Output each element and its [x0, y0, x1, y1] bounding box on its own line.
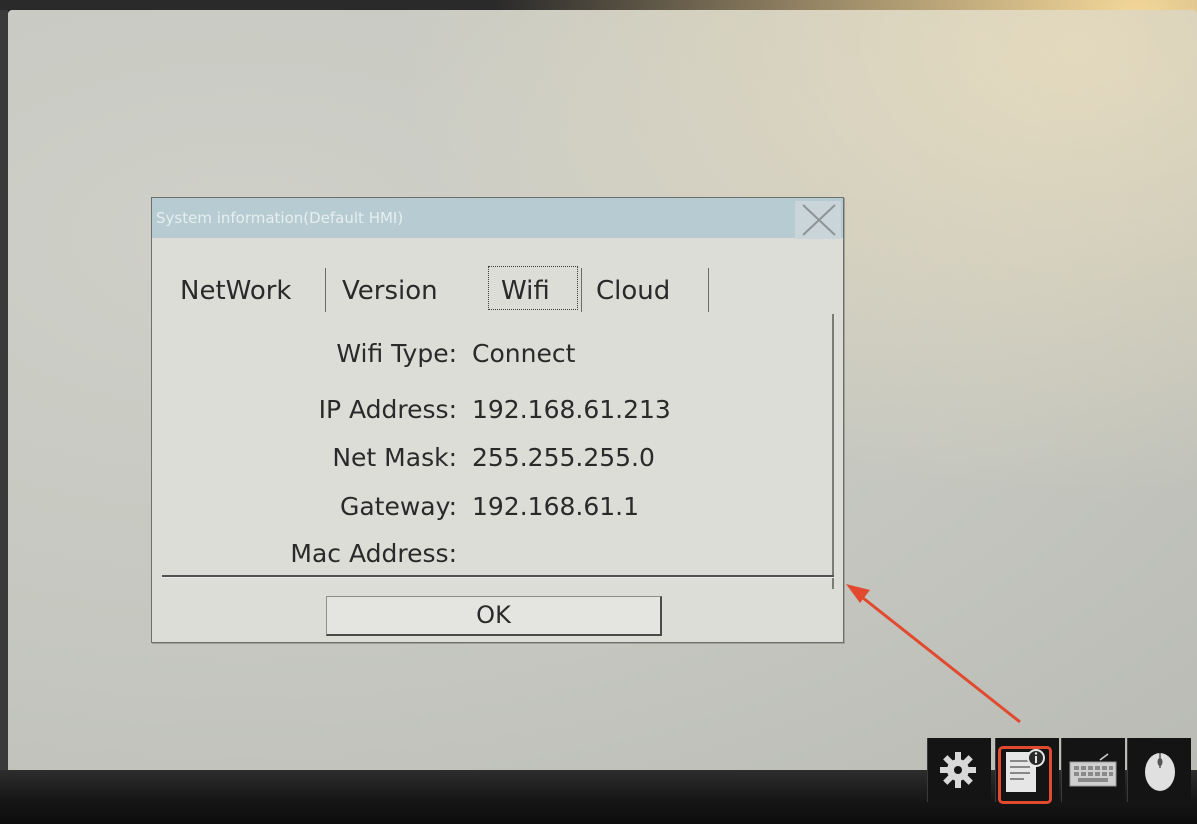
net-mask-label: Net Mask: [332, 443, 457, 472]
ip-address-value: 192.168.61.213 [472, 395, 671, 424]
close-button[interactable] [795, 201, 841, 239]
gateway-label: Gateway: [339, 492, 457, 521]
highlight-box [998, 746, 1052, 804]
tab-wifi[interactable]: Wifi [501, 276, 550, 306]
dialog-title: System information(Default HMI) [156, 209, 404, 227]
keyboard-button[interactable] [1061, 738, 1125, 802]
panel-border [162, 577, 834, 578]
close-icon [802, 204, 836, 236]
mac-address-label: Mac Address: [290, 539, 457, 568]
ip-address-label: IP Address: [318, 395, 457, 424]
keyboard-icon [1069, 753, 1117, 787]
panel-border [832, 314, 834, 589]
taskbar [927, 738, 1197, 802]
mouse-icon [1145, 753, 1175, 791]
wifi-type-label: Wifi Type: [336, 339, 457, 368]
wifi-type-value: Connect [472, 339, 576, 368]
system-information-dialog: System information(Default HMI) NetWork … [151, 197, 844, 643]
dialog-titlebar[interactable]: System information(Default HMI) [152, 198, 843, 239]
ok-button[interactable]: OK [326, 596, 662, 636]
tab-divider [581, 268, 582, 312]
settings-button[interactable] [927, 738, 991, 802]
mouse-button[interactable] [1127, 738, 1191, 802]
tab-divider [325, 268, 326, 312]
tab-version[interactable]: Version [342, 276, 438, 306]
tab-divider [708, 268, 709, 312]
tab-bar: NetWork Version Wifi Cloud [152, 266, 843, 316]
tab-cloud[interactable]: Cloud [596, 276, 670, 306]
gateway-value: 192.168.61.1 [472, 492, 639, 521]
tab-network[interactable]: NetWork [180, 276, 291, 306]
gear-icon [940, 752, 976, 788]
net-mask-value: 255.255.255.0 [472, 443, 655, 472]
